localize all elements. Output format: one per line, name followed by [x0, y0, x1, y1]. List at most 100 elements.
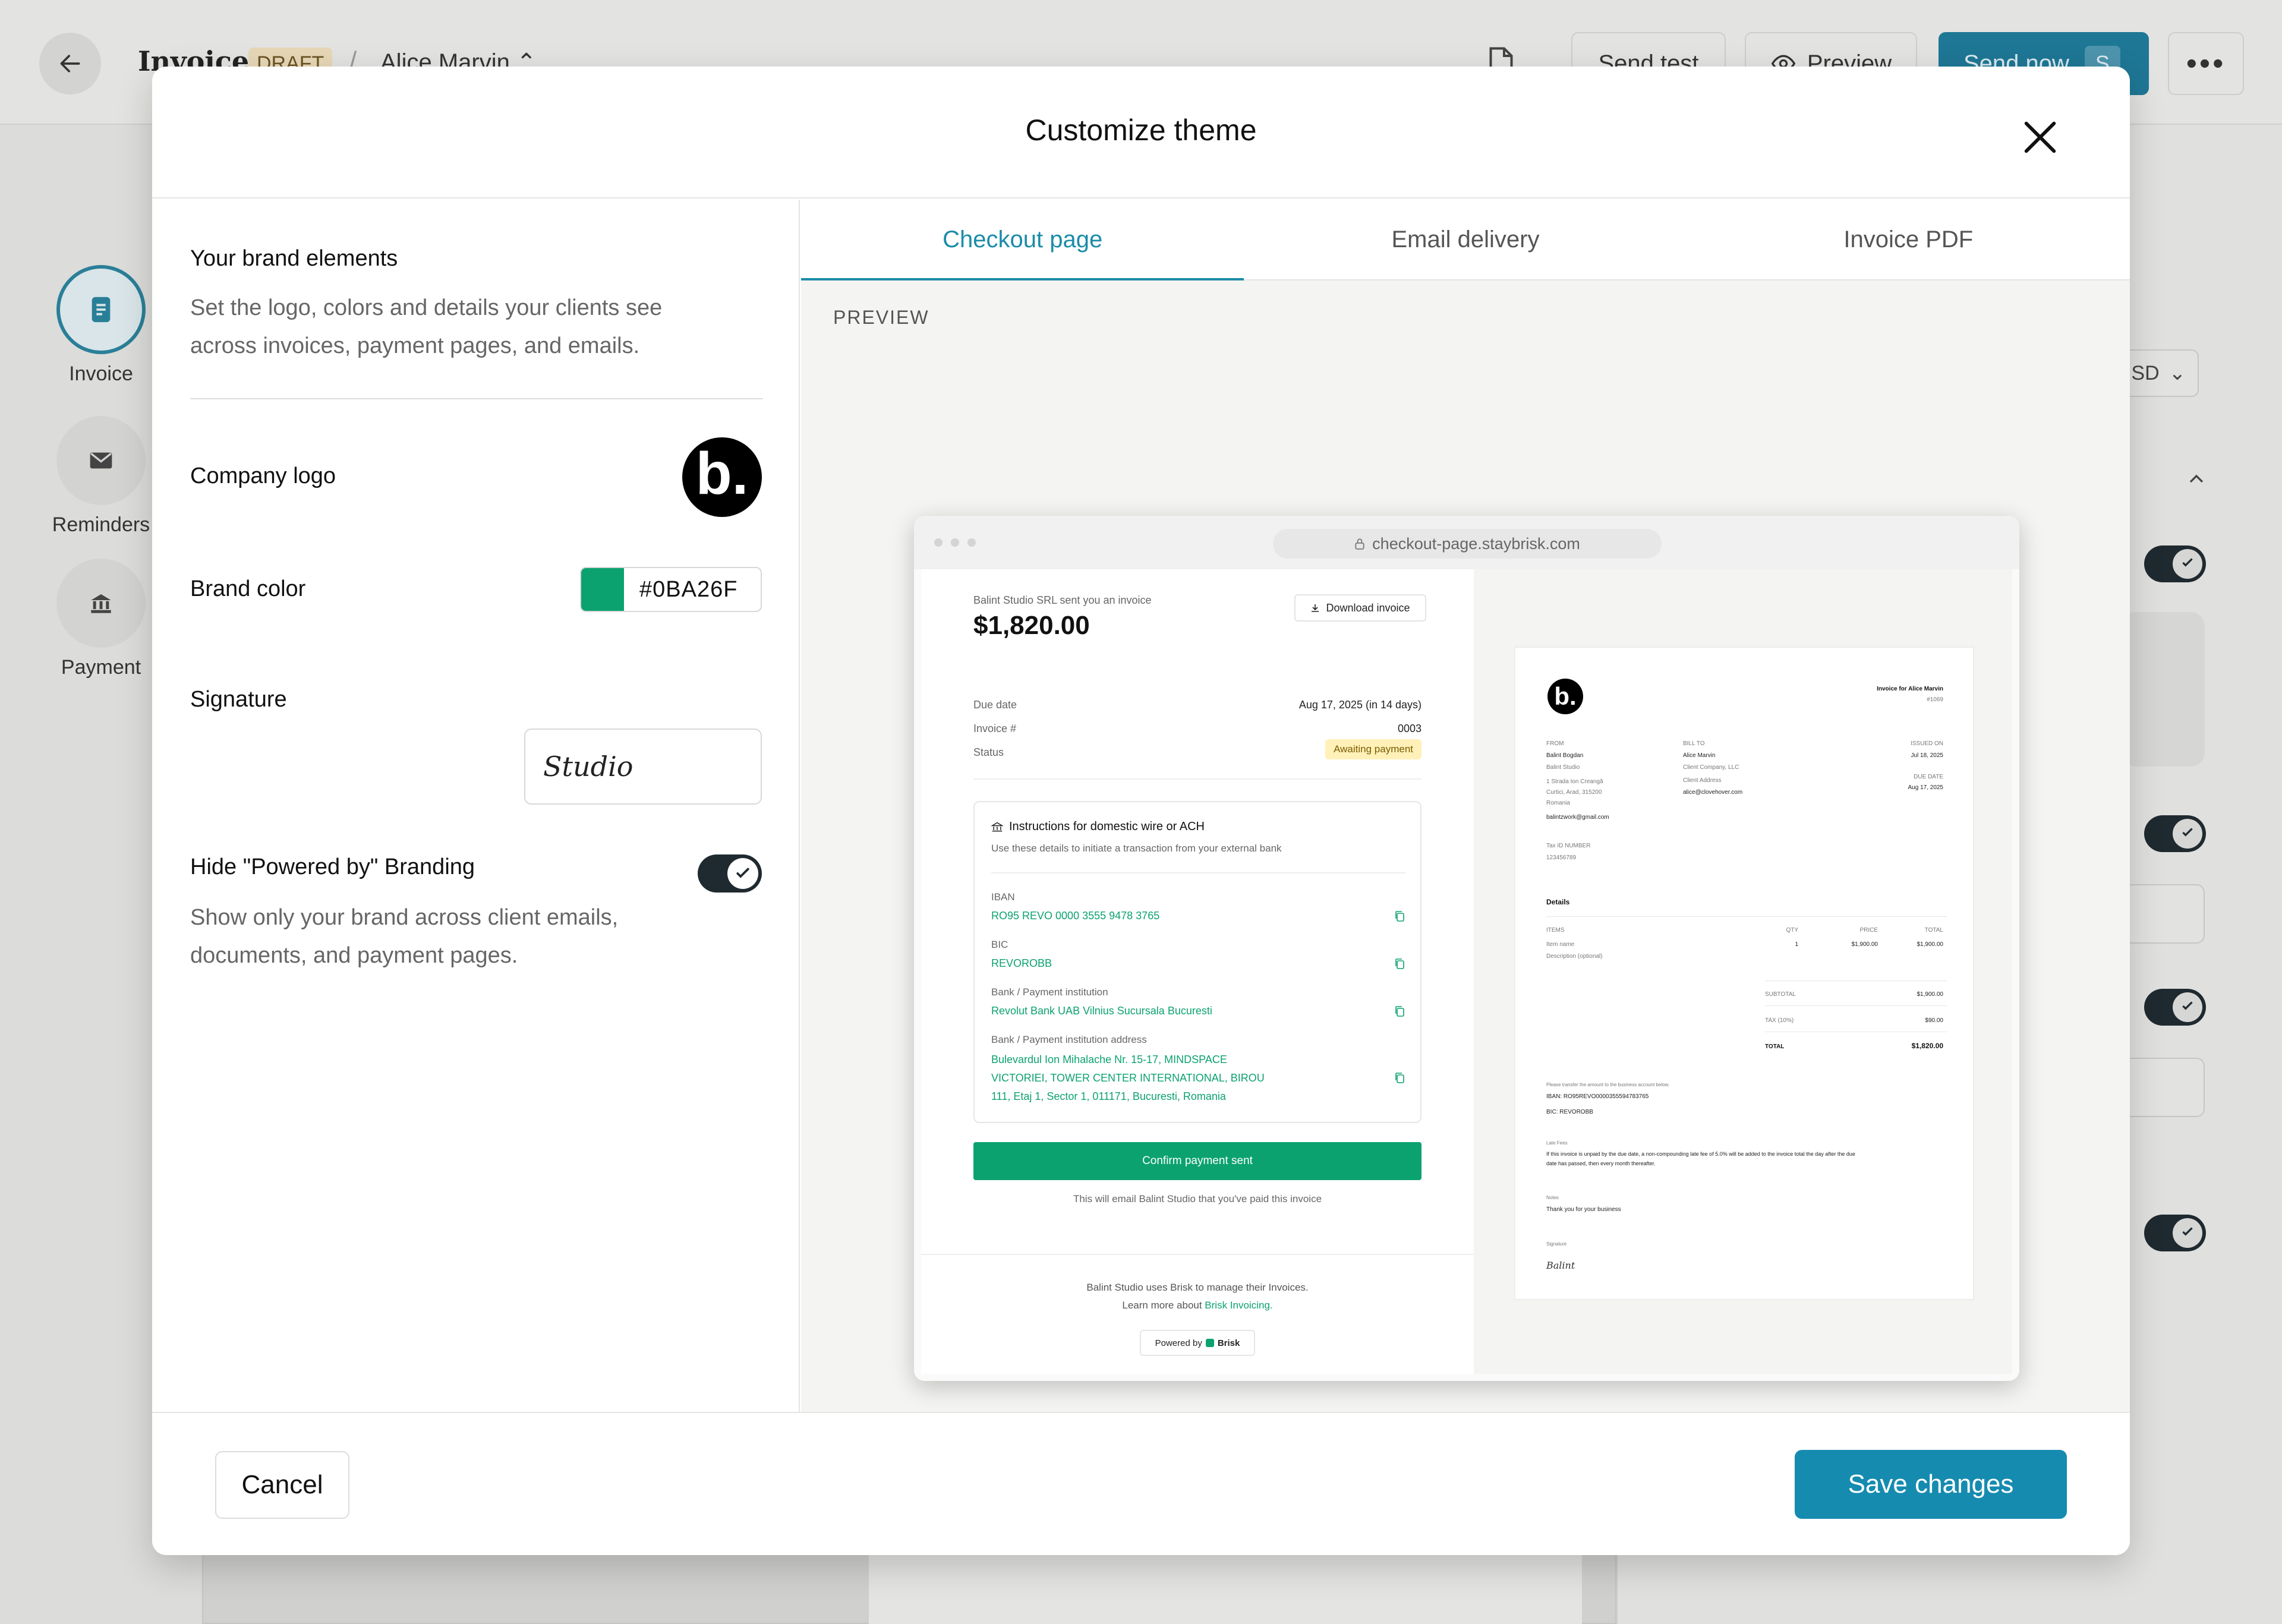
col-total: TOTAL — [1924, 927, 1943, 934]
due-label: Due date — [973, 699, 1017, 711]
settings-toggle[interactable] — [2144, 815, 2206, 852]
download-icon — [1312, 604, 1319, 612]
issued-date: Jul 18, 2025 — [1911, 752, 1944, 759]
from-label: FROM — [1546, 740, 1564, 747]
details-heading: Details — [1546, 898, 1570, 906]
bic-label: BIC — [991, 939, 1008, 950]
check-icon — [2182, 828, 2193, 837]
item-description: Description (optional) — [1546, 953, 1603, 960]
copy-icon[interactable] — [1394, 1005, 1405, 1017]
divider — [1765, 1005, 1947, 1006]
bill-to-label: BILL TO — [1683, 740, 1705, 747]
brisk-wordmark: Brisk — [1217, 1338, 1240, 1348]
chevron-down-icon: ⌄ — [2168, 362, 2186, 384]
hide-branding-toggle[interactable] — [698, 854, 762, 893]
color-swatch[interactable] — [581, 568, 624, 611]
total-value: $1,820.00 — [1911, 1042, 1943, 1050]
settings-toggle[interactable] — [2144, 989, 2206, 1026]
check-icon — [2182, 1227, 2193, 1236]
invoice-logo: b. — [1547, 679, 1583, 714]
chevron-up-icon[interactable] — [2185, 467, 2208, 491]
bank-icon — [991, 822, 1003, 831]
more-icon: ••• — [2186, 46, 2226, 81]
confirm-payment-button[interactable]: Confirm payment sent — [973, 1142, 1421, 1180]
divider — [921, 1254, 1474, 1255]
copy-icon[interactable] — [1394, 910, 1405, 922]
invoice-paper: b. Invoice for Alice Marvin #1069 FROM B… — [1514, 647, 1974, 1300]
powered-by-badge[interactable]: Powered by Brisk — [1140, 1330, 1255, 1356]
status-label: Status — [973, 746, 1004, 758]
bank-value: Revolut Bank UAB Vilnius Sucursala Bucur… — [991, 1005, 1212, 1017]
bill-to-name: Alice Marvin — [1683, 752, 1716, 759]
due-date: Aug 17, 2025 — [1908, 784, 1944, 791]
item-total: $1,900.00 — [1917, 941, 1944, 948]
footer-line: Balint Studio uses Brisk to manage their… — [1086, 1282, 1309, 1293]
notes-label: Notes — [1546, 1195, 1559, 1200]
url-text: checkout-page.staybrisk.com — [1372, 534, 1580, 553]
settings-toggle[interactable] — [2144, 545, 2206, 582]
sender-line: Balint Studio SRL sent you an invoice — [973, 594, 1152, 606]
rail-circle — [56, 559, 146, 648]
settings-toggle[interactable] — [2144, 1215, 2206, 1251]
address-value: Bulevardul Ion Mihalache Nr. 15-17, MIND… — [991, 1054, 1265, 1102]
invoice-number-value: 0003 — [1397, 723, 1421, 734]
document-icon — [92, 297, 111, 323]
company-logo-label: Company logo — [190, 463, 336, 488]
lock-icon — [1355, 538, 1364, 550]
download-invoice-button[interactable]: Download invoice — [1294, 594, 1426, 622]
cancel-button[interactable]: Cancel — [215, 1451, 349, 1519]
save-changes-button[interactable]: Save changes — [1795, 1450, 2067, 1519]
copy-icon[interactable] — [1394, 958, 1405, 970]
divider — [973, 778, 1421, 780]
from-address: Curtici, Arad, 315200 — [1546, 789, 1602, 796]
bic-value: REVOROBB — [991, 957, 1052, 969]
download-label: Download invoice — [1326, 601, 1410, 614]
invoice-editor-sheet — [869, 1545, 1582, 1624]
tax-id: 123456789 — [1546, 854, 1577, 861]
tab-email-delivery[interactable]: Email delivery — [1244, 200, 1687, 279]
check-icon — [736, 868, 749, 878]
copy-icon[interactable] — [1394, 1072, 1405, 1084]
preview-label: PREVIEW — [833, 307, 929, 328]
back-button[interactable] — [39, 33, 101, 94]
tab-checkout-page[interactable]: Checkout page — [801, 200, 1244, 280]
from-address: 1 Strada Ion Creangă — [1546, 778, 1603, 785]
footer-prefix: Learn more about — [1122, 1300, 1205, 1311]
check-icon — [2182, 1001, 2193, 1010]
bill-to-company: Client Company, LLC — [1683, 764, 1739, 771]
tab-invoice-pdf[interactable]: Invoice PDF — [1687, 200, 2130, 279]
item-qty: 1 — [1795, 941, 1798, 948]
mail-icon — [90, 452, 112, 469]
rail-circle — [56, 416, 146, 505]
wire-title-text: Instructions for domestic wire or ACH — [1009, 820, 1205, 833]
preview-tabs: Checkout page Email delivery Invoice PDF — [801, 200, 2130, 280]
modal-header: Customize theme — [152, 67, 2130, 198]
tax-row-label: TAX (10%) — [1765, 1017, 1794, 1024]
total-label: TOTAL — [1765, 1043, 1785, 1050]
bank-label: Bank / Payment institution — [991, 986, 1108, 998]
issued-label: ISSUED ON — [1910, 740, 1943, 747]
powered-by-text: Powered by — [1155, 1338, 1202, 1348]
brisk-invoicing-link[interactable]: Brisk Invoicing. — [1205, 1300, 1272, 1311]
company-logo[interactable]: b. — [682, 437, 762, 517]
iban-label: IBAN — [991, 891, 1015, 903]
more-options-button[interactable]: ••• — [2168, 32, 2244, 95]
col-qty: QTY — [1786, 927, 1798, 934]
browser-mockup: checkout-page.staybrisk.com Balint Studi… — [914, 516, 2019, 1381]
signature-field[interactable]: Studio — [524, 729, 762, 805]
brand-color-label: Brand color — [190, 576, 306, 601]
brand-color-hex[interactable]: #0BA26F — [624, 568, 761, 611]
rail-circle — [56, 265, 146, 354]
brand-settings-pane: Your brand elements Set the logo, colors… — [152, 200, 800, 1412]
section-description: Set the logo, colors and details your cl… — [190, 295, 663, 358]
status-badge: Awaiting payment — [1325, 739, 1421, 759]
divider — [991, 872, 1406, 874]
tax-id-label: Tax ID NUMBER — [1546, 843, 1591, 849]
divider — [1546, 916, 1947, 917]
close-icon[interactable] — [2019, 116, 2061, 158]
logo-letter: b. — [695, 440, 749, 507]
checkout-footer: Balint Studio uses Brisk to manage their… — [921, 1279, 1474, 1314]
subtotal-value: $1,900.00 — [1917, 991, 1944, 998]
brand-color-input[interactable]: #0BA26F — [580, 567, 762, 612]
iban-line: IBAN: RO95REVO0000355594783765 — [1546, 1093, 1649, 1100]
